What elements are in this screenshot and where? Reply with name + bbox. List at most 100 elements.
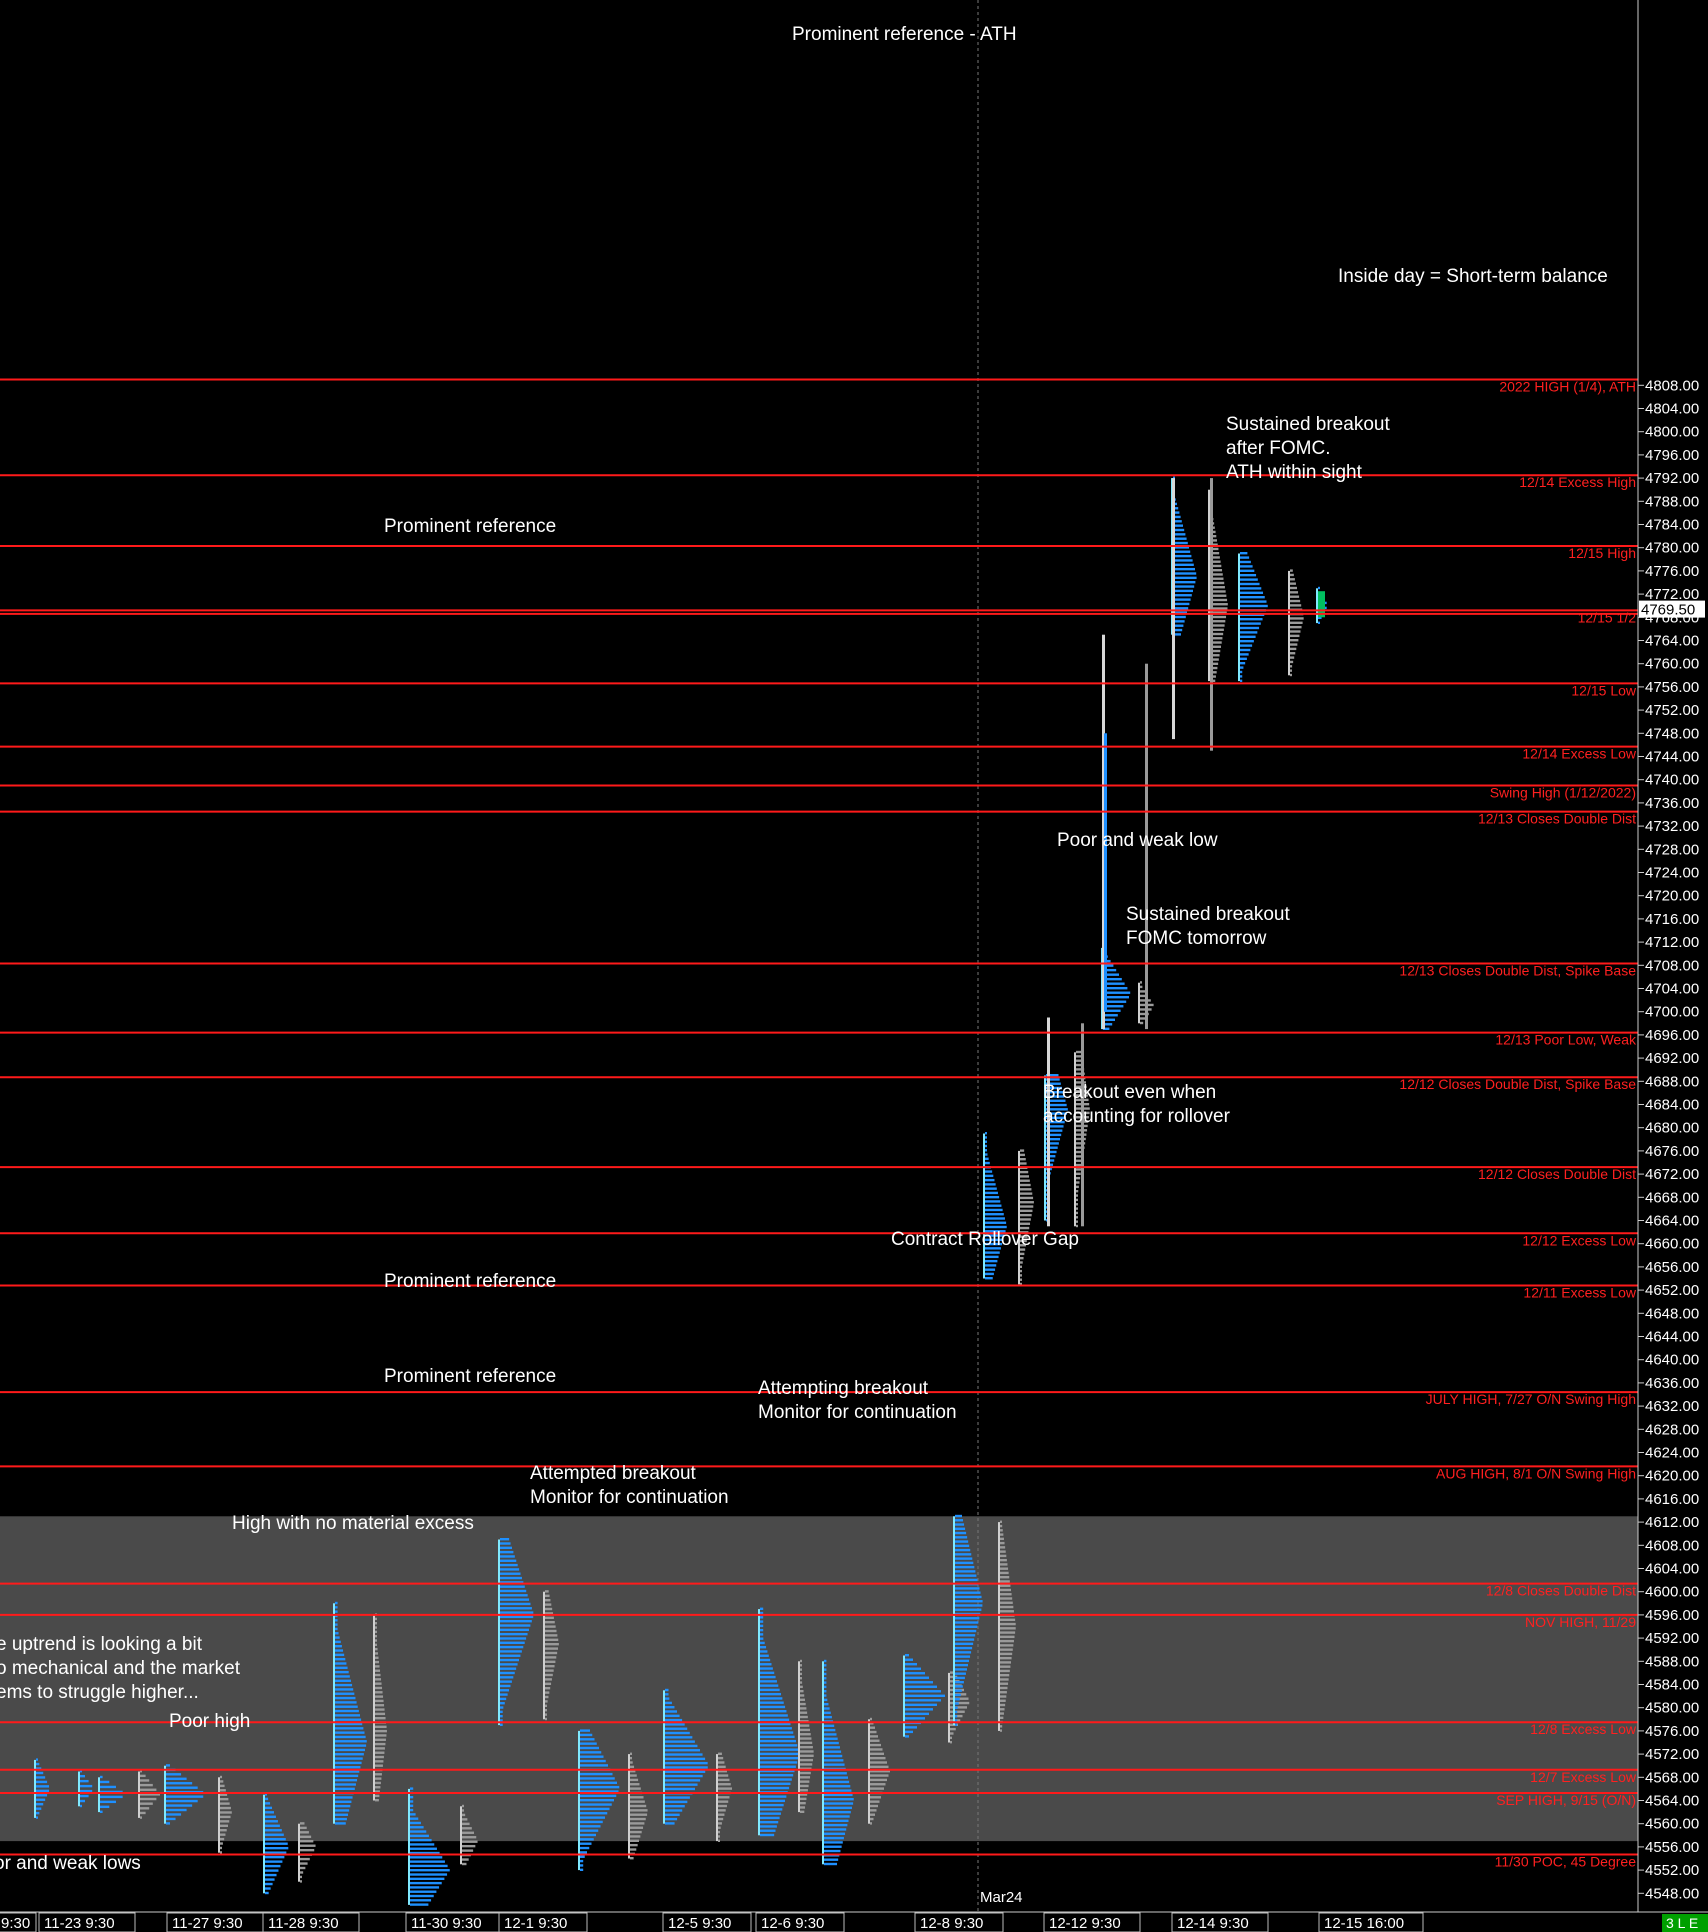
profile-bar: [580, 1855, 585, 1858]
profile-bar: [375, 1708, 385, 1711]
profile-bar: [300, 1875, 302, 1879]
profile-bar: [500, 1650, 522, 1653]
profile-bar: [375, 1777, 382, 1780]
profile-bar: [36, 1785, 50, 1788]
profile-bar: [1020, 1256, 1024, 1260]
profile-bar: [545, 1704, 547, 1707]
profile-bar: [1076, 1211, 1078, 1215]
profile-bar: [760, 1727, 792, 1730]
profile-bar: [630, 1761, 633, 1764]
reference-label: 12/13 Closes Double Dist: [1478, 811, 1636, 827]
profile-bar: [410, 1860, 445, 1863]
profile-bar: [955, 1536, 968, 1539]
profile-bar: [335, 1817, 347, 1821]
profile-range-bar: [1288, 570, 1290, 676]
profile-bar: [1240, 644, 1253, 647]
profile-bar: [36, 1762, 40, 1766]
profile-bar: [1240, 657, 1247, 660]
time-tick-label: 12-5 9:30: [668, 1915, 731, 1932]
profile-bar: [375, 1734, 387, 1737]
price-tick-label: 4560.00: [1645, 1816, 1699, 1833]
market-profile-chart[interactable]: 2022 HIGH (1/4), ATH 12/14 Excess High 12/…: [0, 0, 1708, 1932]
profile-bar: [1240, 626, 1260, 630]
profile-bar: [500, 1663, 518, 1666]
profile-bar: [166, 1786, 198, 1789]
profile-bar: [1000, 1550, 1006, 1553]
profile-bar: [500, 1676, 514, 1679]
price-tick-label: 4692.00: [1645, 1050, 1699, 1067]
profile-bar: [375, 1652, 379, 1655]
profile-bar: [1290, 630, 1301, 633]
profile-range-bar: [1074, 1052, 1076, 1227]
profile-range-bar: [953, 1516, 955, 1726]
profile-bar: [1000, 1652, 1013, 1656]
profile-bar: [265, 1842, 288, 1845]
profile-bar: [760, 1833, 775, 1837]
profile-bar: [1020, 1188, 1032, 1191]
profile-bar: [1000, 1558, 1007, 1562]
profile-bar: [1173, 541, 1188, 545]
profile-bar: [500, 1632, 528, 1636]
profile-bar: [1020, 1205, 1034, 1208]
profile-bar: [665, 1693, 669, 1696]
profile-bar: [665, 1800, 688, 1804]
profile-bar: [1290, 673, 1292, 677]
profile-bar: [760, 1718, 790, 1721]
profile-bar: [1290, 604, 1302, 607]
profile-bar: [760, 1641, 765, 1645]
profile-bar: [1020, 1201, 1034, 1204]
profile-range-bar: [1316, 588, 1318, 624]
profile-bar: [300, 1835, 312, 1838]
profile-bar: [1000, 1546, 1006, 1549]
profile-bar: [500, 1546, 512, 1550]
profile-bar: [500, 1572, 521, 1575]
profile-bar: [718, 1752, 722, 1755]
profile-bar: [1240, 556, 1250, 559]
profile-bar: [80, 1784, 93, 1788]
profile-bar: [950, 1701, 970, 1705]
price-tick-label: 4568.00: [1645, 1769, 1699, 1786]
profile-bar: [375, 1781, 381, 1785]
profile-bar: [1240, 653, 1249, 656]
profile-bar: [500, 1555, 515, 1558]
profile-bar: [375, 1716, 386, 1720]
profile-bar: [335, 1766, 361, 1769]
price-tick-label: 4696.00: [1645, 1027, 1699, 1044]
profile-bar: [410, 1869, 450, 1872]
profile-bar: [955, 1689, 962, 1692]
profile-bar: [1290, 656, 1295, 659]
profile-bar: [500, 1667, 517, 1670]
profile-bar: [300, 1857, 310, 1861]
profile-bar: [630, 1787, 641, 1790]
price-tick-label: 4588.00: [1645, 1653, 1699, 1670]
profile-bar: [665, 1723, 685, 1726]
price-tick-label: 4712.00: [1645, 934, 1699, 951]
profile-bar: [1240, 648, 1251, 652]
profile-bar: [824, 1858, 839, 1861]
profile-bar: [760, 1714, 788, 1717]
profile-bar: [905, 1730, 913, 1734]
profile-bar: [905, 1685, 937, 1688]
profile-bar: [375, 1695, 384, 1698]
annotation-text: accounting for rollover: [1043, 1106, 1231, 1127]
price-tick-label: 4720.00: [1645, 888, 1699, 905]
price-tick-label: 4704.00: [1645, 981, 1699, 998]
profile-bar: [718, 1835, 720, 1838]
profile-bar: [870, 1765, 889, 1769]
profile-bar: [1290, 617, 1304, 620]
profile-bar: [1020, 1261, 1023, 1264]
profile-bar: [410, 1821, 421, 1825]
profile-bar: [335, 1774, 359, 1778]
profile-bar: [905, 1712, 929, 1716]
profile-bar: [630, 1778, 639, 1782]
profile-bar: [36, 1803, 44, 1806]
profile-bar: [375, 1764, 383, 1767]
annotation-text: Prominent reference - ATH: [792, 24, 1017, 45]
profile-bar: [1020, 1269, 1022, 1273]
profile-bar: [800, 1784, 809, 1788]
profile-bar: [870, 1783, 886, 1786]
profile-bar: [375, 1725, 387, 1729]
profile-bar: [335, 1813, 349, 1816]
price-tick-label: 4556.00: [1645, 1839, 1699, 1856]
profile-bar: [300, 1844, 316, 1847]
